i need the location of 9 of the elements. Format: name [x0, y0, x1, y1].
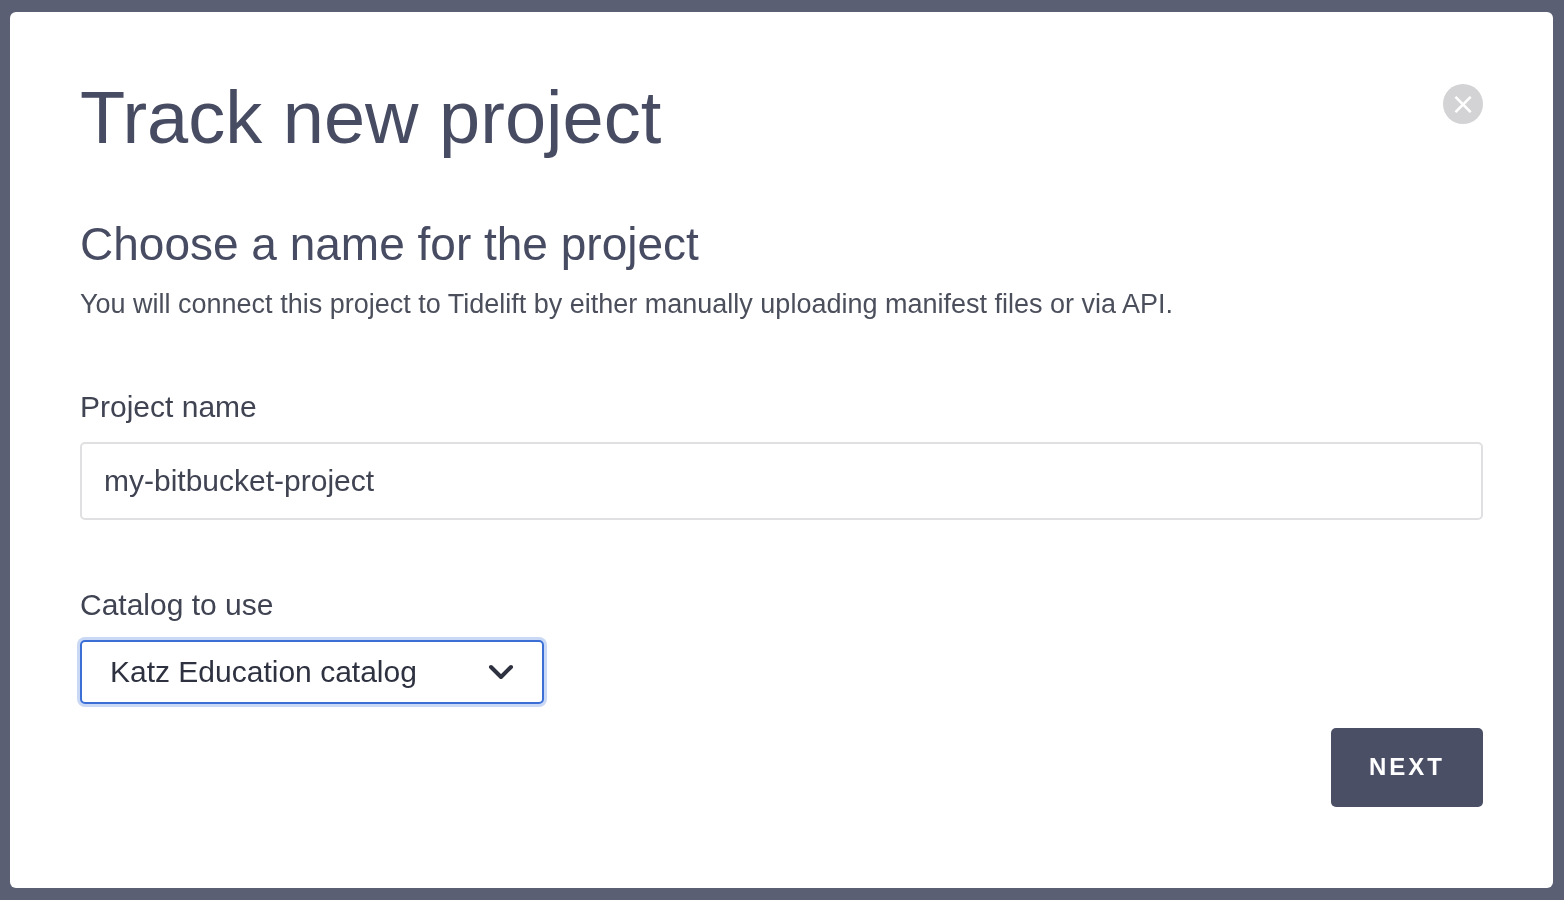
dialog-title: Track new project [80, 75, 662, 161]
project-name-field[interactable]: my-bitbucket-project [80, 441, 1483, 520]
section-heading: Choose a name for the project [80, 216, 700, 271]
field-label: Project name [80, 389, 258, 424]
next-button[interactable]: NEXT [1331, 727, 1483, 807]
field-label: Catalog to use [80, 587, 275, 622]
section-description: You will connect this project to Tidelift by either manually uploading manifest files or via API. [80, 288, 1175, 320]
catalog-dropdown[interactable]: Katz Education catalog [80, 639, 544, 704]
chevron-down-icon [488, 663, 514, 680]
